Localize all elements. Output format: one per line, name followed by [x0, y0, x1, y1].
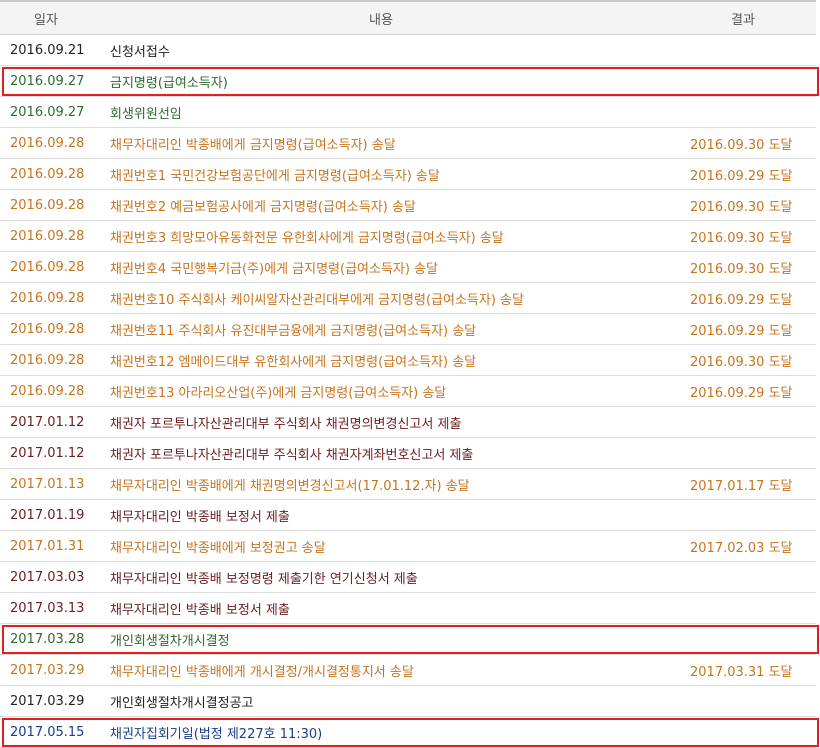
row-date: 2017.03.29 [10, 693, 85, 709]
row-content: 채권번호12 엠메이드대부 유한회사에게 금지명령(급여소득자) 송달 [110, 354, 477, 370]
row-date: 2016.09.28 [10, 321, 85, 337]
row-result: 2016.09.29 도달 [690, 292, 793, 308]
row-content: 개인회생절차개시결정공고 [110, 695, 254, 711]
table-row: 2017.03.13 채무자대리인 박종배 보정서 제출 [0, 593, 816, 624]
row-result: 2017.02.03 도달 [690, 540, 793, 556]
table-row: 2016.09.28 채권번호4 국민행복기금(주)에게 금지명령(급여소득자) … [0, 252, 816, 283]
table-row: 2016.09.28 채권번호2 예금보험공사에게 금지명령(급여소득자) 송달 2… [0, 190, 816, 221]
row-date: 2017.01.12 [10, 414, 85, 430]
row-result: 2016.09.30 도달 [690, 199, 793, 215]
row-content: 금지명령(급여소득자) [110, 75, 228, 91]
row-date: 2017.03.03 [10, 569, 85, 585]
table-row: 2017.01.19 채무자대리인 박종배 보정서 제출 [0, 500, 816, 531]
table-row: 2017.01.12 채권자 포르투나자산관리대부 주식회사 채권명의변경신고서 … [0, 407, 816, 438]
table-row: 2017.01.12 채권자 포르투나자산관리대부 주식회사 채권자계좌번호신고서… [0, 438, 816, 469]
row-date: 2017.01.19 [10, 507, 85, 523]
row-date: 2016.09.28 [10, 290, 85, 306]
row-content: 회생위원선임 [110, 106, 182, 122]
row-content: 채무자대리인 박종배 보정서 제출 [110, 602, 290, 618]
row-content: 채권자집회기일(법정 제227호 11:30) [110, 726, 323, 742]
row-date: 2017.01.31 [10, 538, 85, 554]
row-content: 채무자대리인 박종배에게 보정권고 송달 [110, 540, 326, 556]
row-result: 2016.09.30 도달 [690, 261, 793, 277]
row-content: 채권번호13 아라리오산업(주)에게 금지명령(급여소득자) 송달 [110, 385, 447, 401]
row-content: 채무자대리인 박종배에게 개시결정/개시결정통지서 송달 [110, 664, 414, 680]
row-date: 2016.09.28 [10, 197, 85, 213]
row-content: 채권자 포르투나자산관리대부 주식회사 채권명의변경신고서 제출 [110, 416, 462, 432]
row-date: 2016.09.28 [10, 352, 85, 368]
row-result: 2016.09.29 도달 [690, 385, 793, 401]
table-row: 2017.03.03 채무자대리인 박종배 보정명령 제출기한 연기신청서 제출 [0, 562, 816, 593]
row-date: 2016.09.28 [10, 135, 85, 151]
row-date: 2016.09.27 [10, 104, 85, 120]
row-content: 채권번호3 희망모아유동화전문 유한회사에게 금지명령(급여소득자) 송달 [110, 230, 504, 246]
row-content: 채권번호11 주식회사 유진대부금융에게 금지명령(급여소득자) 송달 [110, 323, 477, 339]
table-row: 2016.09.28 채권번호13 아라리오산업(주)에게 금지명령(급여소득자)… [0, 376, 816, 407]
table-row: 2017.05.15 채권자집회기일(법정 제227호 11:30) [0, 717, 819, 748]
table-row: 2017.03.29 개인회생절차개시결정공고 [0, 686, 816, 717]
row-date: 2016.09.28 [10, 166, 85, 182]
row-content: 개인회생절차개시결정 [110, 633, 230, 649]
table-body: 2016.09.21 신청서접수 2016.09.27 금지명령(급여소득자) 2016… [0, 35, 819, 748]
table-row: 2016.09.27 금지명령(급여소득자) [0, 66, 819, 97]
header-content: 내용 [369, 12, 393, 28]
row-content: 채권번호10 주식회사 케이씨알자산관리대부에게 금지명령(급여소득자) 송달 [110, 292, 524, 308]
table-row: 2016.09.28 채권번호12 엠메이드대부 유한회사에게 금지명령(급여소득… [0, 345, 816, 376]
row-date: 2016.09.27 [10, 73, 85, 89]
row-date: 2016.09.28 [10, 383, 85, 399]
table-row: 2017.03.29 채무자대리인 박종배에게 개시결정/개시결정통지서 송달 20… [0, 655, 816, 686]
table-row: 2016.09.28 채권번호3 희망모아유동화전문 유한회사에게 금지명령(급여… [0, 221, 816, 252]
row-content: 채무자대리인 박종배 보정서 제출 [110, 509, 290, 525]
row-date: 2017.05.15 [10, 724, 85, 740]
header-result: 결과 [731, 12, 755, 28]
row-result: 2016.09.30 도달 [690, 230, 793, 246]
table-row: 2016.09.28 채권번호11 주식회사 유진대부금융에게 금지명령(급여소득… [0, 314, 816, 345]
row-date: 2017.01.13 [10, 476, 85, 492]
table-row: 2016.09.21 신청서접수 [0, 35, 816, 66]
row-date: 2017.03.28 [10, 631, 85, 647]
table-row: 2017.03.28 개인회생절차개시결정 [0, 624, 819, 655]
row-date: 2017.03.29 [10, 662, 85, 678]
table-row: 2017.01.31 채무자대리인 박종배에게 보정권고 송달 2017.02.03… [0, 531, 816, 562]
row-content: 채권번호1 국민건강보험공단에게 금지명령(급여소득자) 송달 [110, 168, 440, 184]
table-row: 2016.09.27 회생위원선임 [0, 97, 816, 128]
table-row: 2017.01.13 채무자대리인 박종배에게 채권명의변경신고서(17.01.1… [0, 469, 816, 500]
row-result: 2017.01.17 도달 [690, 478, 793, 494]
table-header: 일자 내용 결과 [0, 2, 816, 35]
row-date: 2017.03.13 [10, 600, 85, 616]
row-result: 2016.09.29 도달 [690, 168, 793, 184]
table-row: 2016.09.28 채권번호10 주식회사 케이씨알자산관리대부에게 금지명령(… [0, 283, 816, 314]
table-row: 2016.09.28 채권번호1 국민건강보험공단에게 금지명령(급여소득자) 송… [0, 159, 816, 190]
case-progress-table: 일자 내용 결과 2016.09.21 신청서접수 2016.09.27 금지명령(급… [0, 0, 819, 748]
row-date: 2016.09.28 [10, 259, 85, 275]
row-result: 2016.09.30 도달 [690, 354, 793, 370]
row-content: 채무자대리인 박종배에게 채권명의변경신고서(17.01.12.자) 송달 [110, 478, 470, 494]
row-result: 2017.03.31 도달 [690, 664, 793, 680]
row-result: 2016.09.29 도달 [690, 323, 793, 339]
header-date: 일자 [34, 12, 58, 28]
row-date: 2016.09.21 [10, 42, 85, 58]
row-content: 신청서접수 [110, 44, 170, 60]
row-content: 채무자대리인 박종배에게 금지명령(급여소득자) 송달 [110, 137, 396, 153]
table-row: 2016.09.28 채무자대리인 박종배에게 금지명령(급여소득자) 송달 201… [0, 128, 816, 159]
row-date: 2016.09.28 [10, 228, 85, 244]
row-content: 채권번호4 국민행복기금(주)에게 금지명령(급여소득자) 송달 [110, 261, 438, 277]
row-content: 채무자대리인 박종배 보정명령 제출기한 연기신청서 제출 [110, 571, 418, 587]
row-content: 채권자 포르투나자산관리대부 주식회사 채권자계좌번호신고서 제출 [110, 447, 474, 463]
row-content: 채권번호2 예금보험공사에게 금지명령(급여소득자) 송달 [110, 199, 416, 215]
row-result: 2016.09.30 도달 [690, 137, 793, 153]
row-date: 2017.01.12 [10, 445, 85, 461]
